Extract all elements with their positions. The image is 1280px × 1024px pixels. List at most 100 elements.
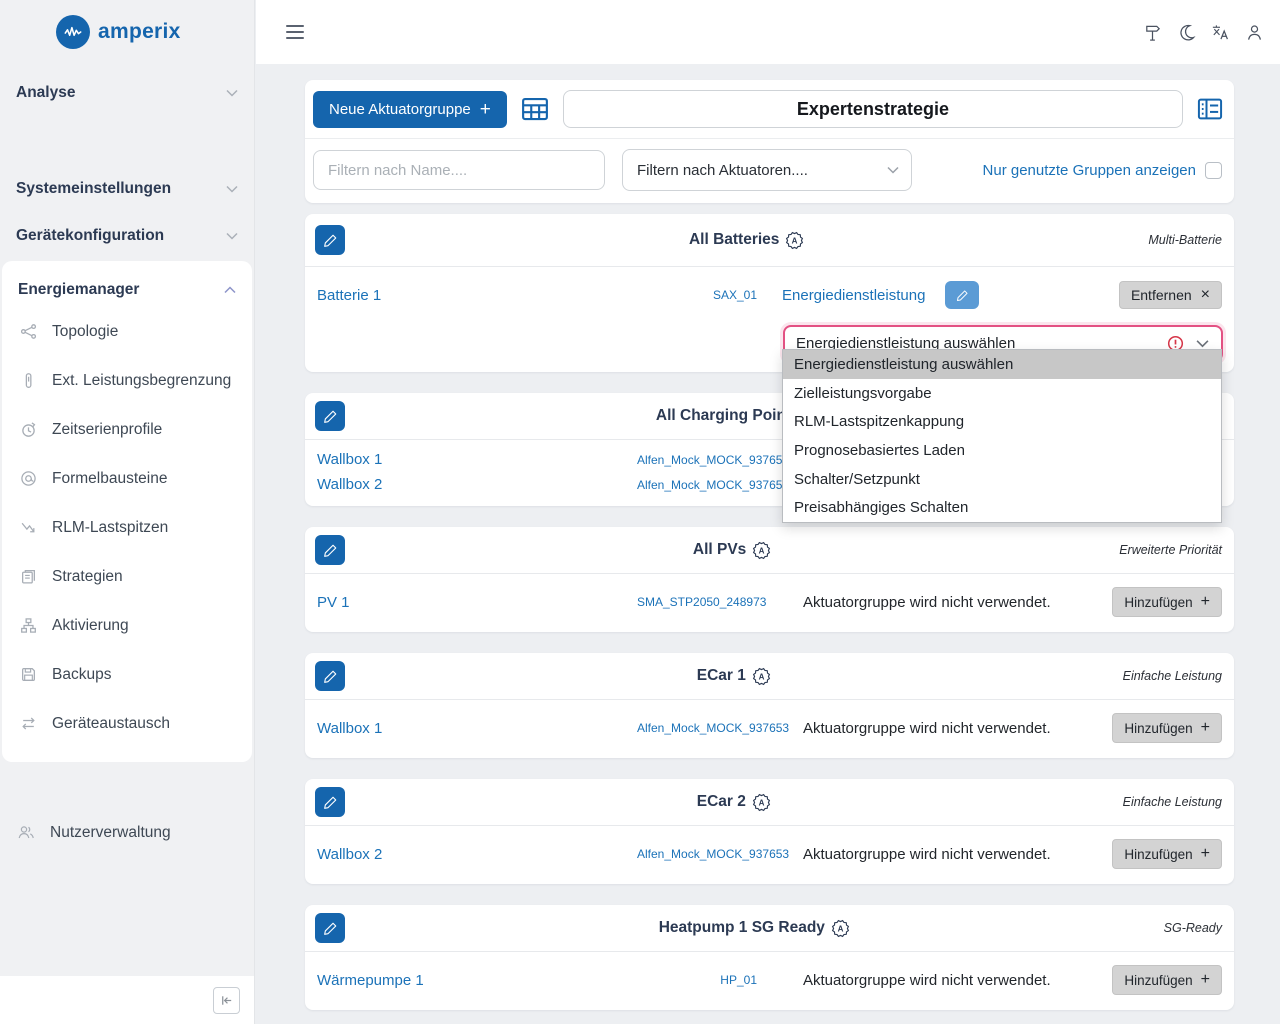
strategy-header-panel: Neue Aktuatorgruppe + Filtern nach Aktua… bbox=[305, 80, 1234, 203]
filter-actuators-select[interactable]: Filtern nach Aktuatoren.... bbox=[622, 149, 912, 191]
topbar bbox=[256, 0, 1280, 64]
edit-group-button[interactable] bbox=[315, 913, 345, 943]
add-label: Hinzufügen bbox=[1124, 721, 1192, 736]
table-view-icon[interactable] bbox=[520, 94, 550, 124]
actuator-row: Wallbox 2 Alfen_Mock_MOCK_937653 Aktuato… bbox=[317, 834, 1222, 874]
show-used-groups-label[interactable]: Nur genutzte Gruppen anzeigen bbox=[983, 162, 1196, 179]
chevron-down-icon bbox=[226, 232, 238, 240]
group-title: All Batteries bbox=[689, 231, 779, 249]
sidebar-item-formelbausteine[interactable]: Formelbausteine bbox=[2, 454, 252, 503]
show-used-groups-checkbox[interactable] bbox=[1205, 162, 1222, 179]
sidebar-section-geraetekonfiguration[interactable]: Gerätekonfiguration bbox=[0, 223, 254, 249]
sidebar-item-aktivierung[interactable]: Aktivierung bbox=[2, 601, 252, 650]
auto-badge-icon: A bbox=[752, 541, 771, 560]
sidebar-item-backups[interactable]: Backups bbox=[2, 650, 252, 699]
actuator-row: Wärmepumpe 1 HP_01 Aktuatorgruppe wird n… bbox=[317, 960, 1222, 1000]
svg-text:A: A bbox=[758, 672, 764, 681]
pencil-icon bbox=[323, 921, 338, 936]
list-view-icon[interactable] bbox=[1196, 95, 1224, 123]
add-group-button[interactable]: Hinzufügen + bbox=[1112, 965, 1222, 995]
new-actuator-group-button[interactable]: Neue Aktuatorgruppe + bbox=[313, 91, 507, 128]
new-actuator-group-label: Neue Aktuatorgruppe bbox=[329, 101, 471, 118]
add-label: Hinzufügen bbox=[1124, 847, 1192, 862]
group-title: ECar 1 bbox=[697, 667, 746, 685]
sidebar-item-zeitserienprofile[interactable]: Zeitserienprofile bbox=[2, 405, 252, 454]
filter-name-input[interactable] bbox=[313, 150, 605, 190]
add-group-button[interactable]: Hinzufügen + bbox=[1112, 713, 1222, 743]
device-link[interactable]: SAX_01 bbox=[637, 288, 757, 302]
actuator-link[interactable]: Wallbox 2 bbox=[317, 846, 637, 863]
dark-mode-icon[interactable] bbox=[1176, 22, 1196, 42]
svg-text:A: A bbox=[838, 924, 844, 933]
add-group-button[interactable]: Hinzufügen + bbox=[1112, 839, 1222, 869]
sidebar-section-systemeinstellungen[interactable]: Systemeinstellungen bbox=[0, 176, 254, 202]
actuator-row: PV 1 SMA_STP2050_248973 Aktuatorgruppe w… bbox=[317, 582, 1222, 622]
svg-text:A: A bbox=[758, 798, 764, 807]
sidebar-item-label: Formelbausteine bbox=[52, 470, 167, 488]
add-label: Hinzufügen bbox=[1124, 973, 1192, 988]
sidebar-item-label: RLM-Lastspitzen bbox=[52, 519, 168, 537]
sidebar-item-rlm-lastspitzen[interactable]: RLM-Lastspitzen bbox=[2, 503, 252, 552]
sidebar-section-energiemanager[interactable]: Energiemanager bbox=[2, 273, 252, 307]
user-icon[interactable] bbox=[1244, 22, 1264, 42]
group-title: All Charging Point bbox=[656, 407, 791, 425]
edit-group-button[interactable] bbox=[315, 661, 345, 691]
sidebar-item-label: Geräteaustausch bbox=[52, 715, 170, 733]
remove-service-button[interactable]: Entfernen × bbox=[1119, 281, 1222, 309]
dropdown-option[interactable]: Zielleistungsvorgabe bbox=[783, 379, 1221, 408]
menu-toggle-icon[interactable] bbox=[286, 25, 304, 39]
sidebar-item-nutzerverwaltung[interactable]: Nutzerverwaltung bbox=[0, 808, 254, 857]
device-link[interactable]: Alfen_Mock_MOCK_937653 bbox=[637, 721, 757, 735]
pencil-icon bbox=[323, 669, 338, 684]
add-group-button[interactable]: Hinzufügen + bbox=[1112, 587, 1222, 617]
device-link[interactable]: Alfen_Mock_MOCK_937653 bbox=[637, 478, 757, 492]
language-icon[interactable] bbox=[1210, 22, 1230, 42]
edit-group-button[interactable] bbox=[315, 535, 345, 565]
device-link[interactable]: Alfen_Mock_MOCK_937653 bbox=[637, 453, 757, 467]
actuator-link[interactable]: Batterie 1 bbox=[317, 287, 637, 304]
actuator-link[interactable]: Wallbox 1 bbox=[317, 451, 637, 468]
device-link[interactable]: Alfen_Mock_MOCK_937653 bbox=[637, 847, 757, 861]
amperix-logo-icon bbox=[56, 15, 90, 49]
strategy-name-input[interactable] bbox=[563, 90, 1183, 128]
group-type-label: Einfache Leistung bbox=[1123, 795, 1222, 809]
backups-icon bbox=[18, 666, 38, 683]
sidebar-item-ext-leistungsbegrenzung[interactable]: Ext. Leistungsbegrenzung bbox=[2, 356, 252, 405]
edit-group-button[interactable] bbox=[315, 787, 345, 817]
group-title: Heatpump 1 SG Ready bbox=[659, 919, 825, 937]
sidebar-item-strategien[interactable]: Strategien bbox=[2, 552, 252, 601]
dropdown-option[interactable]: Prognosebasiertes Laden bbox=[783, 436, 1221, 465]
dropdown-option[interactable]: Energiedienstleistung auswählen bbox=[783, 350, 1221, 379]
auto-badge-icon: A bbox=[831, 919, 850, 938]
device-link[interactable]: HP_01 bbox=[637, 973, 757, 987]
actuator-link[interactable]: Wallbox 1 bbox=[317, 720, 637, 737]
sidebar-section-analyse[interactable]: Analyse bbox=[0, 80, 254, 106]
dropdown-option[interactable]: Preisabhängiges Schalten bbox=[783, 493, 1221, 522]
actuator-row: Wallbox 1 Alfen_Mock_MOCK_937653 Aktuato… bbox=[317, 708, 1222, 748]
sidebar-item-topologie[interactable]: Topologie bbox=[2, 307, 252, 356]
section-label: Energiemanager bbox=[18, 281, 139, 299]
sidebar-item-geraeteaustausch[interactable]: Geräteaustausch bbox=[2, 699, 252, 748]
auto-badge-icon: A bbox=[785, 231, 804, 250]
actuator-link[interactable]: PV 1 bbox=[317, 594, 637, 611]
sidebar-nav: Analyse Systemeinstellungen Gerätekonfig… bbox=[0, 64, 254, 976]
edit-service-button[interactable] bbox=[945, 281, 979, 309]
dropdown-option[interactable]: RLM-Lastspitzenkappung bbox=[783, 407, 1221, 436]
section-label: Analyse bbox=[16, 84, 75, 102]
topology-icon bbox=[18, 323, 38, 340]
dropdown-option[interactable]: Schalter/Setzpunkt bbox=[783, 465, 1221, 494]
actuator-link[interactable]: Wärmepumpe 1 bbox=[317, 972, 637, 989]
device-link[interactable]: SMA_STP2050_248973 bbox=[637, 595, 757, 609]
sidebar-item-label: Nutzerverwaltung bbox=[50, 824, 171, 842]
sidebar-item-label: Zeitserienprofile bbox=[52, 421, 162, 439]
service-link[interactable]: Energiedienstleistung bbox=[782, 287, 925, 304]
add-label: Hinzufügen bbox=[1124, 595, 1192, 610]
group-type-label: Multi-Batterie bbox=[1148, 233, 1222, 247]
edit-group-button[interactable] bbox=[315, 401, 345, 431]
group-card-heatpump-1-sg-ready: Heatpump 1 SG Ready A SG-Ready Wärmepump… bbox=[305, 905, 1234, 1010]
actuator-link[interactable]: Wallbox 2 bbox=[317, 476, 637, 493]
sidebar-collapse-button[interactable] bbox=[213, 987, 240, 1014]
section-label: Systemeinstellungen bbox=[16, 180, 171, 198]
edit-group-button[interactable] bbox=[315, 225, 345, 255]
signpost-icon[interactable] bbox=[1142, 22, 1162, 42]
